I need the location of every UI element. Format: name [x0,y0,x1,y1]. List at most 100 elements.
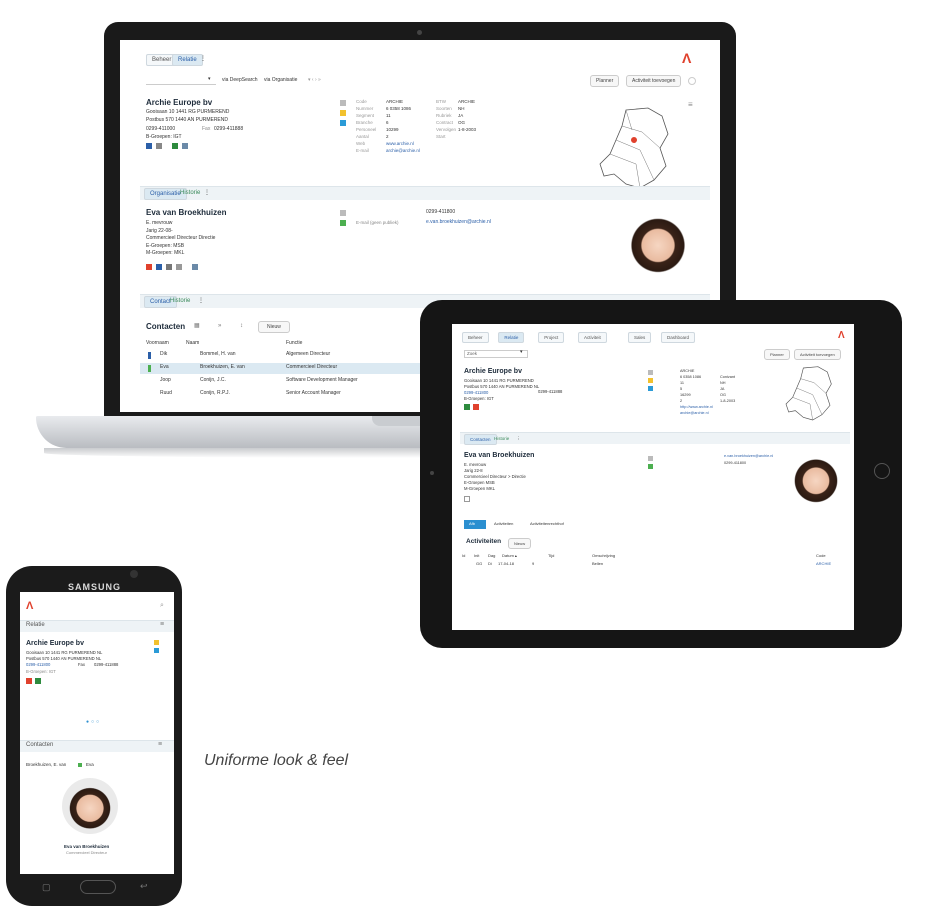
org-postbus: Postbus 570 1440 AN PURMEREND [146,117,228,123]
tab-more[interactable]: ⋮ [200,56,206,63]
document-icon[interactable] [464,496,470,502]
cell-7: Bellen [592,561,604,566]
tab-activiteit[interactable]: Activiteit [578,332,607,343]
via-deepsearch[interactable]: via DeepSearch [222,77,258,84]
sort-icon[interactable]: ↕ [240,323,243,330]
pdf-icon[interactable] [473,404,479,410]
planner-button[interactable]: Planner [590,75,620,87]
contact-row-name[interactable]: Broekhuizen, E. van [26,762,66,767]
search-input[interactable] [146,76,216,85]
pager-dots[interactable]: ●○○ [86,719,101,726]
tab-contacten[interactable]: Contacten [464,434,497,445]
excel-icon[interactable] [172,143,178,149]
tab-historie[interactable]: Historie [170,298,190,305]
header-1[interactable]: Id [462,553,465,559]
header-functie[interactable]: Functie [286,340,302,347]
tab-sales[interactable]: Sales [628,332,652,343]
header-naam[interactable]: Naam [186,340,199,347]
excel-icon[interactable] [464,404,470,410]
chevron-down-icon[interactable]: ▾ [520,349,523,356]
header-6[interactable]: Omschrijving [592,553,615,559]
phone-brand: SAMSUNG [68,582,122,592]
contact-photo [62,778,118,834]
chevron-down-icon[interactable]: ▾ [208,76,211,83]
tab-historie[interactable]: Historie [494,436,509,441]
cell-2: GG [476,561,483,566]
menu-icon[interactable]: ≡ [160,621,164,629]
contact-email[interactable]: e.van.broekhuizen@archie.nl [724,454,773,458]
org-phone[interactable]: 0299-411800 [26,662,50,668]
tablet-camera [430,471,434,475]
header-3[interactable]: Dag [488,553,495,559]
contact-phone[interactable]: 0299-411800 [426,209,455,216]
contact-photo [620,204,696,294]
row-indicator [148,352,151,359]
back-button[interactable]: ↩ [140,881,148,891]
tab-dashboard[interactable]: Dashboard [661,332,696,343]
contact-email[interactable]: e.van.broekhuizen@archie.nl [426,219,491,226]
header-5[interactable]: Tijd [548,553,554,559]
map-icon[interactable] [146,143,152,149]
section-title: Relatie [26,622,45,628]
menu-icon[interactable]: ≡ [688,100,693,109]
badge-green-icon [648,464,653,469]
home-button[interactable] [80,880,116,894]
org-address: Gooisaan 10 1441 RG PURMEREND [146,109,230,115]
netherlands-map [785,366,832,421]
add-activity-button[interactable]: Activiteit toevoegen [626,75,682,87]
calendar-icon[interactable] [156,143,162,149]
tab-activiteiten[interactable]: Activiteiten [494,521,513,527]
grid-icon[interactable]: ▦ [194,323,200,330]
tab-more[interactable]: ⋮ [198,298,204,305]
document-icon[interactable] [192,264,198,270]
tab-relatie[interactable]: Relatie [172,54,203,66]
new-button[interactable]: Nieuw [508,538,532,549]
row-indicator [148,365,151,372]
tab-activiteitenrechthof[interactable]: Activiteitenrechthof [530,521,564,527]
fax-label: Fax [202,126,211,132]
search-input[interactable]: Zoek [464,350,528,358]
via-organisatie[interactable]: via Organisatie [264,77,297,84]
menu-icon[interactable]: ≡ [158,741,162,749]
org-details: Gooisaan 10 1441 RG PURMEREND NL Postbus … [26,650,103,661]
header-4[interactable]: Datum ▴ [502,553,517,559]
header-voornaam[interactable]: Voornaam [146,340,169,347]
calendar-icon[interactable] [176,264,182,270]
cell-naam: Broekhuizen, E. van [200,364,245,370]
badge-m-icon [648,386,653,391]
tab-more[interactable]: ⋮ [516,436,521,441]
header-7[interactable]: Code [816,553,826,559]
header-2[interactable]: Init [474,553,479,559]
pdf-icon[interactable] [26,678,32,684]
phone-camera [130,570,138,578]
search-icon[interactable]: ⌕ [160,602,164,610]
new-button[interactable]: Nieuw [258,321,290,333]
org-tabbar [140,186,710,200]
settings-icon[interactable] [688,77,696,85]
scissors-icon[interactable] [166,264,172,270]
archie-logo: Λ [838,330,845,341]
nav-arrows[interactable]: ▾ ‹ › » [308,77,321,84]
document-icon[interactable] [182,143,188,149]
arrows-icon[interactable]: » [218,323,221,330]
tab-relatie[interactable]: Relatie [498,332,525,343]
pin-icon[interactable] [146,264,152,270]
field-labels-left: Code Nummer Segment Branche Personeel Aantal W… [356,99,377,153]
tab-project[interactable]: Project [538,332,565,343]
contact-row-first[interactable]: Eva [86,762,94,767]
contact-row-indicator [78,763,82,767]
excel-icon[interactable] [35,678,41,684]
recent-apps-button[interactable]: ▢ [42,882,51,892]
map-icon[interactable] [156,264,162,270]
add-activity-button[interactable]: Activiteit toevoegen [794,349,841,360]
org-phone[interactable]: 0299-411000 [146,126,175,133]
archie-logo: Λ [26,600,34,612]
caption: Uniforme look & feel [204,752,349,769]
tab-historie[interactable]: Historie [180,190,200,197]
tab-more[interactable]: ⋮ [204,190,210,197]
tablet-home-button[interactable] [874,463,890,479]
list-icon [340,210,346,216]
planner-button[interactable]: Planner [764,349,790,360]
tab-beheer[interactable]: Beheer [462,332,489,343]
contact-phone[interactable]: 0299-411800 [724,461,746,465]
